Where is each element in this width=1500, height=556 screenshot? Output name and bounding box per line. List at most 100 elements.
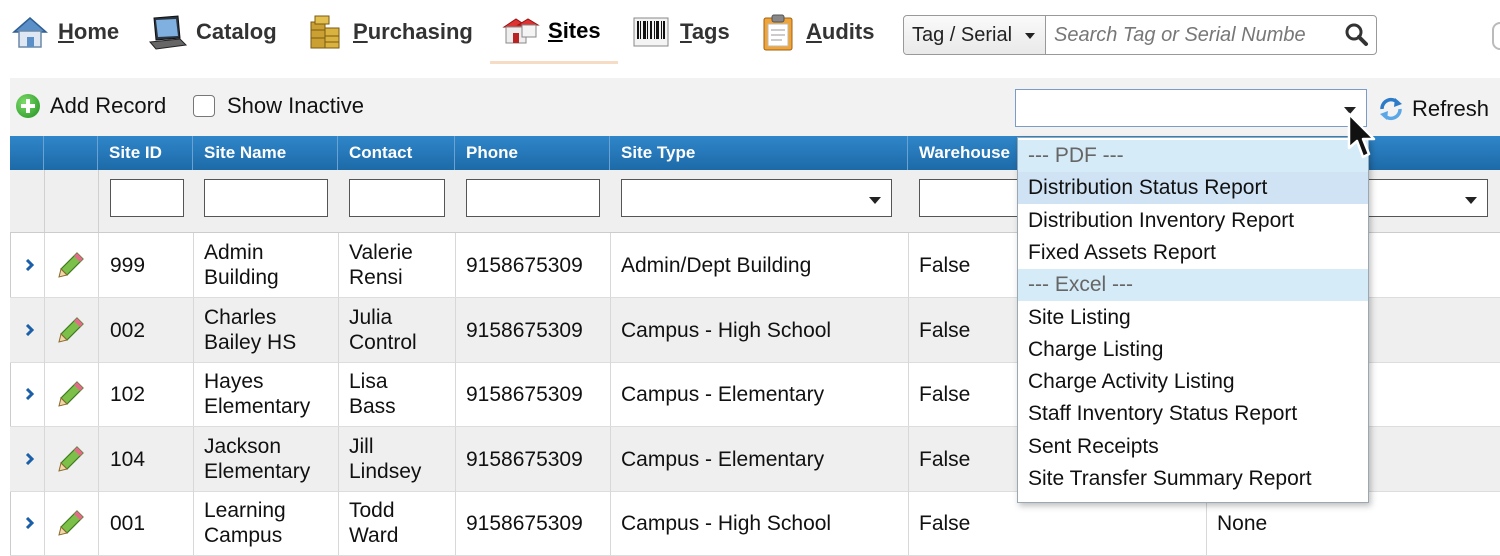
chevron-right-icon[interactable] [24, 388, 36, 400]
column-divider [193, 427, 194, 491]
cell-phone: 9158675309 [466, 318, 583, 342]
column-divider [908, 427, 909, 491]
cell-contact: Valerie Rensi [349, 239, 413, 291]
dropdown-option[interactable]: Sent Receipts [1018, 431, 1368, 463]
nav-catalog-label: Catalog [196, 19, 277, 44]
cell-site-name-line: Learning [204, 499, 286, 522]
nav-sites[interactable]: Sites [490, 0, 618, 64]
column-divider [338, 491, 339, 555]
chevron-right-icon[interactable] [24, 453, 36, 465]
show-inactive-toggle[interactable]: Show Inactive [193, 93, 364, 119]
column-divider [610, 491, 611, 555]
home-icon [10, 12, 50, 52]
nav-home[interactable]: Home [10, 0, 119, 64]
dropdown-group-label: --- Excel --- [1018, 269, 1368, 302]
dropdown-option[interactable]: Site Listing [1018, 302, 1368, 334]
column-divider [98, 491, 99, 555]
cell-warehouse: False [919, 382, 971, 406]
cell-site-name: Charles Bailey HS [204, 304, 296, 356]
column-divider [908, 362, 909, 426]
cell-contact-line: Lisa [349, 370, 388, 393]
cell-phone: 9158675309 [466, 382, 583, 406]
filter-site-id-input[interactable] [110, 179, 184, 217]
barcode-icon [632, 12, 672, 52]
add-record-button[interactable]: Add Record [16, 93, 166, 119]
cell-contact-line: Bass [349, 395, 396, 418]
column-divider [908, 233, 909, 297]
cell-contact-line: Rensi [349, 266, 403, 289]
column-header-contact[interactable]: Contact [338, 136, 455, 170]
edit-pencil-icon[interactable] [57, 445, 85, 473]
column-divider [98, 233, 99, 297]
column-header-site-type[interactable]: Site Type [610, 136, 908, 170]
refresh-button[interactable]: Refresh [1378, 96, 1489, 122]
show-inactive-checkbox[interactable] [193, 95, 215, 117]
column-divider [44, 362, 45, 426]
nav-tags[interactable]: Tags [632, 0, 730, 64]
cell-warehouse: False [919, 253, 971, 277]
filter-extra-select[interactable] [1360, 179, 1488, 217]
column-divider [98, 298, 99, 362]
filter-site-name-input[interactable] [204, 179, 328, 217]
dropdown-option[interactable]: Distribution Inventory Report [1018, 205, 1368, 237]
filter-phone-input[interactable] [466, 179, 600, 217]
cell-site-name-line: Bailey HS [204, 331, 297, 354]
cell-contact: Todd Ward [349, 497, 398, 549]
filter-warehouse-input[interactable] [919, 179, 1019, 217]
cell-site-type: Campus - High School [621, 511, 832, 535]
column-header-site-name[interactable]: Site Name [193, 136, 338, 170]
dropdown-option[interactable]: Staff Inventory Status Report [1018, 398, 1368, 430]
cell-site-name-line: Admin [204, 241, 264, 264]
chevron-right-icon[interactable] [24, 324, 36, 336]
chevron-right-icon[interactable] [24, 259, 36, 271]
edit-pencil-icon[interactable] [57, 380, 85, 408]
dropdown-option[interactable]: Charge Listing [1018, 334, 1368, 366]
nav-audits[interactable]: Audits [758, 0, 874, 64]
cell-warehouse: False [919, 318, 971, 342]
column-divider [193, 298, 194, 362]
column-divider [44, 233, 45, 297]
cell-site-name-line: Building [204, 266, 279, 289]
search-type-select[interactable]: Tag / Serial [904, 16, 1046, 54]
show-inactive-label: Show Inactive [227, 93, 364, 118]
cell-site-name-line: Elementary [204, 460, 311, 483]
edit-pencil-icon[interactable] [57, 251, 85, 279]
column-divider [455, 491, 456, 555]
filter-contact-input[interactable] [349, 179, 445, 217]
nav-purchasing[interactable]: Purchasing [305, 0, 473, 64]
column-header-site-id[interactable]: Site ID [98, 136, 193, 170]
cell-site-type: Campus - High School [621, 318, 832, 342]
search-input[interactable] [1047, 17, 1346, 53]
search-type-value: Tag / Serial [912, 24, 1013, 46]
column-divider [455, 298, 456, 362]
nav-home-label-first: H [58, 19, 74, 44]
dropdown-option[interactable]: Distribution Status Report [1018, 172, 1368, 205]
dropdown-option[interactable]: Fixed Assets Report [1018, 237, 1368, 269]
cell-site-type: Admin/Dept Building [621, 253, 812, 277]
chevron-right-icon[interactable] [24, 517, 36, 529]
dropdown-option[interactable]: Site Transfer Summary Report [1018, 463, 1368, 495]
column-divider [338, 298, 339, 362]
filter-divider [98, 170, 99, 232]
cell-contact: Lisa Bass [349, 368, 396, 420]
cell-phone: 9158675309 [466, 511, 583, 535]
report-select[interactable] [1015, 89, 1367, 127]
search-button[interactable] [1338, 16, 1376, 54]
nav-catalog[interactable]: Catalog [148, 0, 277, 64]
column-divider [44, 491, 45, 555]
column-divider [455, 427, 456, 491]
edit-pencil-icon[interactable] [57, 316, 85, 344]
dropdown-option[interactable]: Charge Activity Listing [1018, 366, 1368, 398]
nav-audits-label-first: A [806, 19, 822, 44]
column-divider [44, 298, 45, 362]
edit-pencil-icon[interactable] [57, 509, 85, 537]
cell-site-name-line: Jackson [204, 435, 282, 458]
column-header-phone[interactable]: Phone [455, 136, 610, 170]
cell-site-name-line: Campus [204, 524, 283, 547]
column-divider [610, 427, 611, 491]
add-record-label: Add Record [50, 93, 167, 118]
cell-site-id: 001 [110, 511, 146, 535]
search-group: Tag / Serial [903, 15, 1377, 55]
column-divider [908, 298, 909, 362]
filter-site-type-select[interactable] [621, 179, 892, 217]
